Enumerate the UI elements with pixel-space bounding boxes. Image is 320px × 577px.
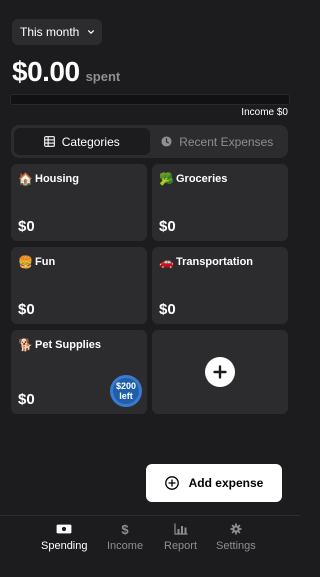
category-card-fun[interactable]: 🍔 Fun $0 bbox=[11, 247, 147, 324]
tab-settings[interactable]: Settings bbox=[216, 522, 256, 552]
category-name: Groceries bbox=[176, 173, 228, 185]
tab-recent-expenses[interactable]: Recent Expenses bbox=[150, 128, 286, 155]
dog-icon: 🐕 bbox=[18, 338, 33, 352]
spent-summary: $0.00 spent bbox=[12, 56, 120, 88]
income-label: Income $0 bbox=[241, 107, 288, 118]
category-card-housing[interactable]: 🏠 Housing $0 bbox=[11, 164, 147, 241]
tab-categories[interactable]: Categories bbox=[14, 128, 150, 155]
bottom-tab-bar: Spending $ Income Report Settings bbox=[0, 515, 300, 577]
category-name: Pet Supplies bbox=[35, 339, 102, 351]
burger-icon: 🍔 bbox=[18, 255, 33, 269]
add-expense-label: Add expense bbox=[188, 476, 264, 490]
car-icon: 🚗 bbox=[159, 255, 174, 269]
dollar-icon: $ bbox=[121, 521, 129, 537]
plus-circle-icon bbox=[164, 476, 179, 490]
category-name: Fun bbox=[35, 256, 56, 268]
chevron-down-icon bbox=[88, 30, 95, 34]
budget-left-badge: $200 left bbox=[110, 375, 142, 407]
period-select-label: This month bbox=[20, 25, 80, 39]
add-expense-button[interactable]: Add expense bbox=[146, 464, 282, 502]
category-name: Housing bbox=[35, 173, 79, 185]
spent-label: spent bbox=[85, 69, 121, 84]
spent-amount: $0.00 bbox=[12, 56, 80, 87]
tab-report[interactable]: Report bbox=[164, 522, 197, 552]
plus-icon bbox=[205, 357, 235, 387]
tab-income-label: Income bbox=[107, 540, 144, 552]
category-card-groceries[interactable]: 🥦 Groceries $0 bbox=[152, 164, 288, 241]
tab-spending[interactable]: Spending bbox=[41, 522, 88, 552]
category-amount: $0 bbox=[159, 218, 176, 235]
category-amount: $0 bbox=[18, 218, 35, 235]
category-amount: $0 bbox=[18, 391, 35, 408]
tab-spending-label: Spending bbox=[41, 540, 88, 552]
period-select[interactable]: This month bbox=[12, 19, 102, 45]
spending-progress-bar bbox=[10, 94, 290, 105]
grid-icon bbox=[43, 136, 55, 147]
money-icon bbox=[56, 524, 72, 534]
broccoli-icon: 🥦 bbox=[159, 172, 174, 186]
budget-left-amount: $200 bbox=[115, 381, 137, 391]
category-amount: $0 bbox=[18, 301, 35, 318]
house-icon: 🏠 bbox=[18, 172, 33, 186]
budget-left-text: left bbox=[119, 391, 133, 401]
tab-report-label: Report bbox=[164, 540, 198, 552]
bar-chart-icon bbox=[173, 523, 188, 535]
tab-recent-expenses-label: Recent Expenses bbox=[179, 134, 274, 149]
tab-settings-label: Settings bbox=[216, 540, 256, 552]
gear-icon bbox=[230, 523, 242, 535]
view-segmented-control: Categories Recent Expenses bbox=[11, 125, 288, 158]
category-name: Transportation bbox=[176, 256, 254, 268]
clock-icon bbox=[161, 136, 172, 147]
category-card-pet-supplies[interactable]: 🐕 Pet Supplies $0 $200 left bbox=[11, 330, 147, 414]
add-category-button[interactable] bbox=[152, 330, 288, 414]
category-amount: $0 bbox=[159, 301, 176, 318]
tab-income[interactable]: $ Income bbox=[107, 521, 144, 553]
category-card-transportation[interactable]: 🚗 Transportation $0 bbox=[152, 247, 288, 324]
tab-categories-label: Categories bbox=[61, 134, 120, 149]
category-grid: 🏠 Housing $0 🥦 Groceries $0 🍔 Fun $0 🚗 T… bbox=[11, 164, 288, 414]
